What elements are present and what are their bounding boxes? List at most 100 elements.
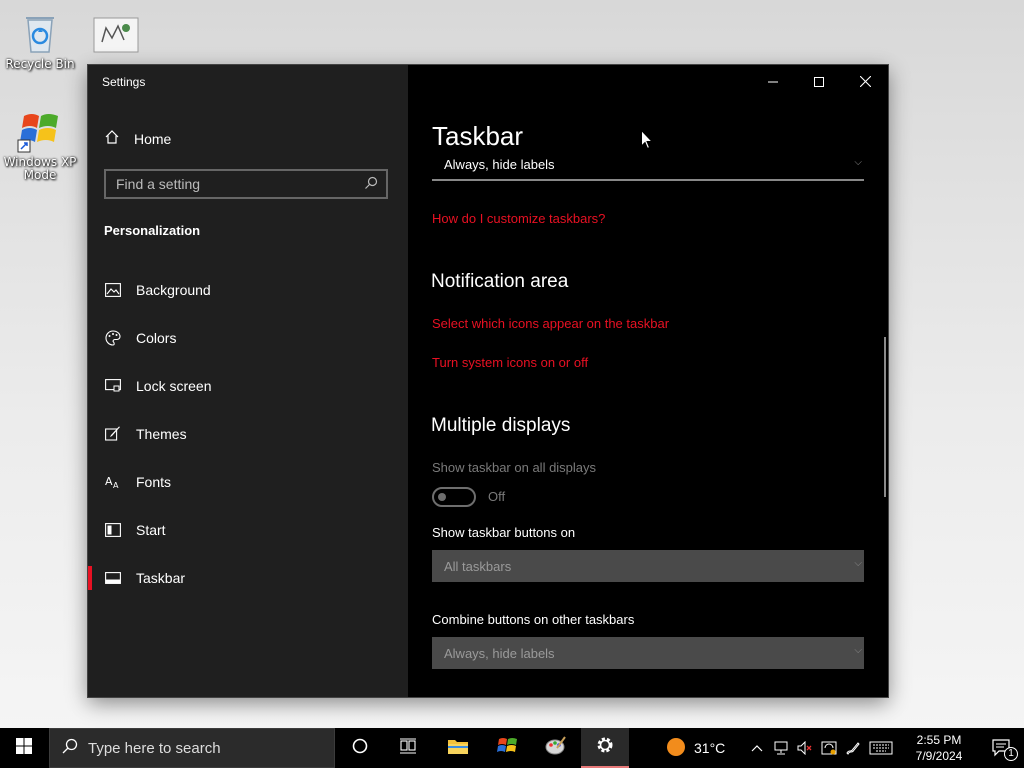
volume-muted-icon[interactable]: [796, 739, 814, 757]
home-nav-item[interactable]: Home: [104, 129, 171, 148]
dropdown-value: Always, hide labels: [444, 156, 555, 172]
recycle-bin-icon: [16, 8, 64, 56]
start-icon: [104, 521, 122, 539]
lock-screen-icon: [104, 377, 122, 395]
taskbar-clock[interactable]: 2:55 PM 7/9/2024: [904, 732, 974, 764]
sidebar-item-lock-screen[interactable]: Lock screen: [88, 362, 408, 410]
chevron-down-icon: ⌵: [854, 645, 862, 656]
notification-icon: 1: [992, 739, 1018, 761]
document-icon: [92, 14, 140, 62]
find-setting-input[interactable]: [116, 176, 346, 192]
settings-sidebar: Settings Home Personalization Background: [88, 65, 408, 697]
dropdown-value: Always, hide labels: [444, 645, 555, 661]
chevron-down-icon: ⌵: [854, 157, 862, 168]
section-title-personalization: Personalization: [104, 223, 201, 238]
sidebar-item-label: Taskbar: [136, 570, 186, 586]
personalization-nav: Background Colors Lock screen Themes A A…: [88, 266, 408, 602]
task-view-button[interactable]: [384, 728, 432, 768]
file-explorer-button[interactable]: [434, 728, 482, 768]
sidebar-item-themes[interactable]: Themes: [88, 410, 408, 458]
sidebar-item-label: Fonts: [136, 474, 172, 490]
update-status-icon[interactable]: [820, 739, 838, 757]
desktop-icon-label: Windows XP Mode: [3, 155, 77, 182]
sidebar-item-label: Background: [136, 282, 211, 298]
cortana-circle-icon: [352, 738, 368, 759]
keyboard-icon[interactable]: [868, 739, 894, 757]
search-icon[interactable]: [364, 175, 378, 194]
maximize-button[interactable]: [796, 65, 842, 97]
show-taskbar-all-displays-toggle[interactable]: [432, 487, 476, 507]
maximize-icon: [814, 72, 824, 91]
clock-date: 7/9/2024: [915, 749, 963, 763]
page-title: Taskbar: [432, 121, 524, 151]
system-tray: [748, 728, 894, 768]
windows-xp-logo-icon: [497, 736, 519, 761]
sun-icon: [666, 737, 686, 760]
weather-widget[interactable]: 31°C: [666, 728, 725, 768]
desktop-icon-file[interactable]: [76, 14, 156, 64]
sidebar-item-fonts[interactable]: AA Fonts: [88, 458, 408, 506]
desktop-icon-windows-xp-mode[interactable]: Windows XP Mode: [0, 106, 80, 182]
settings-content: Taskbar Always, hide labels ⌵ How do I c…: [408, 65, 888, 697]
taskbar: 31°C 2:55 PM 7/9/2024 1: [0, 728, 1024, 768]
taskbar-search-box[interactable]: [49, 728, 335, 768]
windows-xp-mode-button[interactable]: [484, 728, 532, 768]
start-button[interactable]: [0, 728, 48, 768]
system-icons-link[interactable]: Turn system icons on or off: [432, 355, 588, 370]
task-view-icon: [399, 738, 417, 759]
customize-taskbars-link[interactable]: How do I customize taskbars?: [432, 211, 605, 226]
find-setting-search[interactable]: [104, 169, 388, 199]
folder-icon: [447, 737, 469, 760]
palette-icon: [104, 329, 122, 347]
settings-window: Settings Home Personalization Background: [88, 65, 888, 697]
notification-count-badge: 1: [1004, 747, 1018, 761]
sidebar-item-taskbar[interactable]: Taskbar: [88, 554, 408, 602]
sidebar-item-background[interactable]: Background: [88, 266, 408, 314]
sidebar-item-start[interactable]: Start: [88, 506, 408, 554]
toggle-knob: [438, 493, 446, 501]
desktop-icon-label: Recycle Bin: [5, 57, 75, 71]
combine-other-taskbars-dropdown[interactable]: Always, hide labels ⌵: [432, 637, 864, 669]
window-title: Settings: [102, 75, 146, 89]
sidebar-item-label: Lock screen: [136, 378, 212, 394]
action-center-button[interactable]: 1: [980, 728, 1024, 768]
multiple-displays-heading: Multiple displays: [431, 415, 571, 436]
show-buttons-on-label: Show taskbar buttons on: [432, 525, 576, 540]
network-icon[interactable]: [772, 739, 790, 757]
windows-logo-icon: [16, 737, 32, 759]
close-icon: [859, 72, 871, 91]
minimize-icon: [768, 72, 778, 91]
taskbar-search-input[interactable]: [88, 739, 318, 757]
sidebar-item-label: Colors: [136, 330, 177, 346]
select-icons-link[interactable]: Select which icons appear on the taskbar: [432, 316, 669, 331]
show-buttons-on-dropdown[interactable]: All taskbars ⌵: [432, 550, 864, 582]
window-caption-buttons: [750, 65, 888, 97]
cortana-button[interactable]: [336, 728, 384, 768]
show-taskbar-all-displays-label: Show taskbar on all displays: [432, 460, 597, 475]
notification-area-heading: Notification area: [431, 271, 569, 292]
fonts-icon: AA: [104, 473, 122, 491]
svg-text:A: A: [113, 481, 119, 489]
image-icon: [104, 281, 122, 299]
chevron-up-icon[interactable]: [748, 739, 766, 757]
mouse-cursor-icon: [641, 129, 654, 154]
combine-other-taskbars-label: Combine buttons on other taskbars: [432, 612, 635, 627]
sidebar-item-colors[interactable]: Colors: [88, 314, 408, 362]
clock-time: 2:55 PM: [916, 733, 962, 747]
svg-text:A: A: [105, 475, 113, 488]
dropdown-value: All taskbars: [444, 558, 512, 574]
desktop-icon-recycle-bin[interactable]: Recycle Bin: [0, 8, 80, 71]
minimize-button[interactable]: [750, 65, 796, 97]
chevron-down-icon: ⌵: [854, 558, 862, 569]
weather-temperature: 31°C: [694, 740, 726, 756]
paint-app-button[interactable]: [532, 728, 580, 768]
sidebar-item-label: Start: [136, 522, 166, 538]
sidebar-item-label: Themes: [136, 426, 187, 442]
pen-icon[interactable]: [844, 739, 862, 757]
gear-icon: [595, 735, 615, 760]
settings-app-button[interactable]: [581, 728, 629, 768]
close-button[interactable]: [842, 65, 888, 97]
content-scrollbar[interactable]: [884, 337, 886, 497]
paint-palette-icon: [545, 735, 567, 761]
search-icon: [62, 738, 78, 759]
